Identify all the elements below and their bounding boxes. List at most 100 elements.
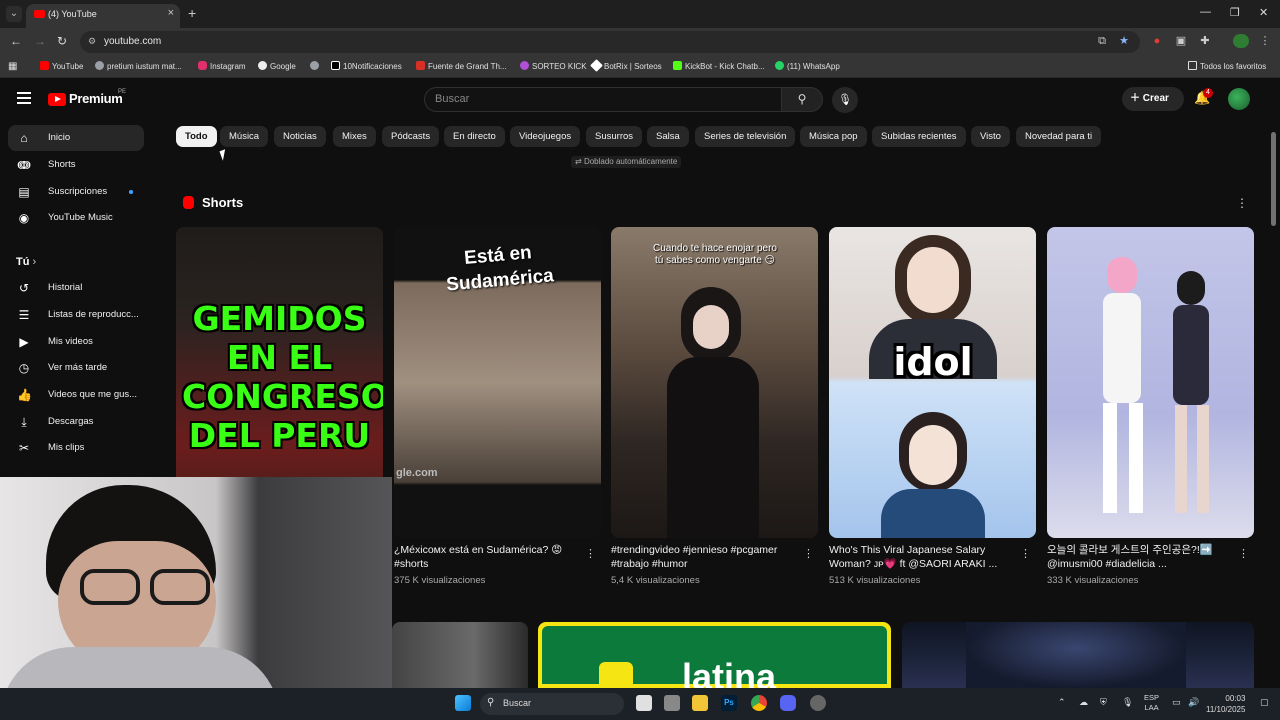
tab-search-icon[interactable]: ⌄: [6, 6, 22, 22]
taskbar-search-input[interactable]: ⚲ Buscar: [480, 693, 624, 715]
chip[interactable]: Noticias: [274, 126, 326, 147]
short-more-icon[interactable]: ⋮: [585, 547, 596, 560]
bookmark-item[interactable]: SORTEO KICK: [520, 61, 587, 71]
taskbar-clock[interactable]: 00:03 11/10/2025: [1206, 693, 1245, 715]
short-thumbnail[interactable]: Está en Sudamérica gle.com: [394, 227, 601, 538]
apps-grid-icon[interactable]: ▦: [8, 61, 17, 72]
chip[interactable]: Música: [220, 126, 269, 147]
profile-icon[interactable]: [1233, 34, 1249, 48]
bookmark-item[interactable]: KickBot - Kick Chatb...: [673, 61, 765, 71]
sidebar-item-ver-mas-tarde[interactable]: ◷ Ver más tarde: [8, 355, 144, 381]
bookmark-item[interactable]: Instagram: [198, 61, 246, 71]
video-thumbnail[interactable]: latina: [538, 622, 891, 688]
sidebar-item-shorts[interactable]: ↈ Shorts: [8, 152, 144, 178]
video-thumbnail[interactable]: [392, 622, 528, 688]
short-title[interactable]: #trendingvideo #jennieso #pcgamer #traba…: [611, 543, 793, 571]
youtube-logo-icon[interactable]: [48, 93, 66, 106]
new-tab-icon[interactable]: +: [188, 5, 196, 21]
network-icon[interactable]: ▭: [1172, 697, 1181, 708]
search-input[interactable]: Buscar: [424, 87, 782, 112]
scrollbar-thumb[interactable]: [1271, 132, 1276, 226]
bookmark-item[interactable]: Google: [258, 61, 296, 71]
tray-chevron-icon[interactable]: ⌃: [1058, 697, 1066, 708]
forward-icon[interactable]: →: [34, 34, 46, 48]
chip[interactable]: Visto: [971, 126, 1010, 147]
short-title[interactable]: ¿Méxicoᴍx está en Sudamérica? 😡 #shorts: [394, 543, 576, 571]
voice-search-button[interactable]: 🎙: [832, 87, 858, 113]
chip[interactable]: En directo: [444, 126, 505, 147]
chip[interactable]: Salsa: [647, 126, 689, 147]
onedrive-icon[interactable]: ☁: [1079, 697, 1088, 708]
obs-icon[interactable]: [810, 695, 826, 711]
sidebar-item-historial[interactable]: ↺ Historial: [8, 275, 144, 301]
chip[interactable]: Novedad para ti: [1016, 126, 1102, 147]
chip[interactable]: Videojuegos: [510, 126, 581, 147]
windows-start-icon[interactable]: [455, 695, 471, 711]
language-indicator[interactable]: ESP LAA: [1144, 693, 1159, 713]
chip[interactable]: Pódcasts: [382, 126, 440, 147]
short-thumbnail[interactable]: Cuando te hace enojar pero tú sabes como…: [611, 227, 818, 538]
bookmark-item[interactable]: BotRix | Sorteos: [590, 59, 662, 72]
chip[interactable]: Música pop: [800, 126, 867, 147]
bookmark-item[interactable]: pretium iustum mat...: [95, 61, 182, 71]
notification-center-icon[interactable]: ▢: [1260, 697, 1269, 708]
tab-youtube[interactable]: (4) YouTube ×: [26, 4, 180, 28]
you-section-header[interactable]: Tú ›: [16, 256, 36, 268]
site-info-icon[interactable]: ⚙: [88, 36, 96, 47]
photoshop-icon[interactable]: Ps: [721, 695, 737, 711]
short-more-icon[interactable]: ⋮: [1020, 547, 1031, 560]
sidebar-item-playlists[interactable]: ☰ Listas de reproducc...: [8, 302, 144, 328]
tab-close-icon[interactable]: ×: [168, 7, 174, 19]
bookmark-star-icon[interactable]: ★: [1118, 35, 1130, 47]
reload-icon[interactable]: ↻: [57, 34, 67, 48]
sidebar-item-youtube-music[interactable]: ◉ YouTube Music: [8, 205, 144, 231]
install-app-icon[interactable]: ⧉: [1096, 35, 1108, 47]
bookmark-item[interactable]: Fuente de Grand Th...: [416, 61, 507, 71]
chip[interactable]: Series de televisión: [695, 126, 796, 147]
short-thumbnail[interactable]: [1047, 227, 1254, 538]
bookmark-item[interactable]: (11) WhatsApp: [775, 61, 840, 71]
sidebar-item-suscripciones[interactable]: ▤ Suscripciones: [8, 179, 144, 205]
microphone-icon[interactable]: 🎙: [1122, 697, 1133, 708]
bookmark-item[interactable]: [310, 61, 322, 71]
close-window-icon[interactable]: ✕: [1259, 6, 1268, 19]
sidebar-item-inicio[interactable]: ⌂ Inicio: [8, 125, 144, 151]
task-view-icon[interactable]: [636, 695, 652, 711]
back-icon[interactable]: ←: [10, 34, 22, 48]
restore-icon[interactable]: ❐: [1230, 6, 1240, 19]
short-more-icon[interactable]: ⋮: [803, 547, 814, 560]
extension-1-icon[interactable]: ●: [1151, 35, 1163, 47]
sidebar-item-mis-videos[interactable]: ▶ Mis videos: [8, 329, 144, 355]
short-thumbnail[interactable]: idol: [829, 227, 1036, 538]
chrome-icon[interactable]: [751, 695, 767, 711]
chip[interactable]: Subidas recientes: [872, 126, 966, 147]
sidebar-item-liked-videos[interactable]: 👍 Videos que me gus...: [8, 382, 144, 408]
extension-2-icon[interactable]: ▣: [1175, 35, 1187, 47]
chip[interactable]: Susurros: [586, 126, 643, 147]
volume-icon[interactable]: 🔊: [1188, 697, 1199, 708]
short-more-icon[interactable]: ⋮: [1238, 547, 1249, 560]
video-thumbnail[interactable]: [902, 622, 1254, 688]
minimize-icon[interactable]: —: [1200, 6, 1211, 18]
extensions-icon[interactable]: ✚: [1199, 35, 1211, 47]
short-title[interactable]: 오늘의 콜라보 게스트의 주인공은?!➡️ @imusmi00 #diadeli…: [1047, 543, 1229, 571]
avatar[interactable]: [1228, 88, 1250, 110]
all-bookmarks[interactable]: Todos los favoritos: [1188, 61, 1266, 71]
create-button[interactable]: ＋ Crear: [1122, 87, 1184, 111]
search-button[interactable]: ⚲: [781, 87, 823, 112]
discord-icon[interactable]: [780, 695, 796, 711]
sidebar-item-mis-clips[interactable]: ✂ Mis clips: [8, 435, 144, 461]
sidebar-item-descargas[interactable]: ⤓ Descargas: [8, 409, 144, 435]
defender-icon[interactable]: ⛨: [1100, 697, 1107, 708]
chip[interactable]: Mixes: [333, 126, 376, 147]
bookmark-item[interactable]: YouTube: [40, 61, 83, 71]
file-explorer-icon[interactable]: [692, 695, 708, 711]
app-icon[interactable]: [664, 695, 680, 711]
bookmark-item[interactable]: 10Notificaciones: [331, 61, 402, 71]
short-title[interactable]: Who's This Viral Japanese Salary Woman? …: [829, 543, 1011, 571]
browser-menu-icon[interactable]: ⋮: [1259, 35, 1271, 47]
menu-icon[interactable]: [17, 92, 31, 104]
logo-text[interactable]: Premium: [69, 91, 123, 106]
address-bar[interactable]: ⚙ youtube.com: [80, 31, 1140, 53]
chip[interactable]: Todo: [176, 126, 217, 147]
